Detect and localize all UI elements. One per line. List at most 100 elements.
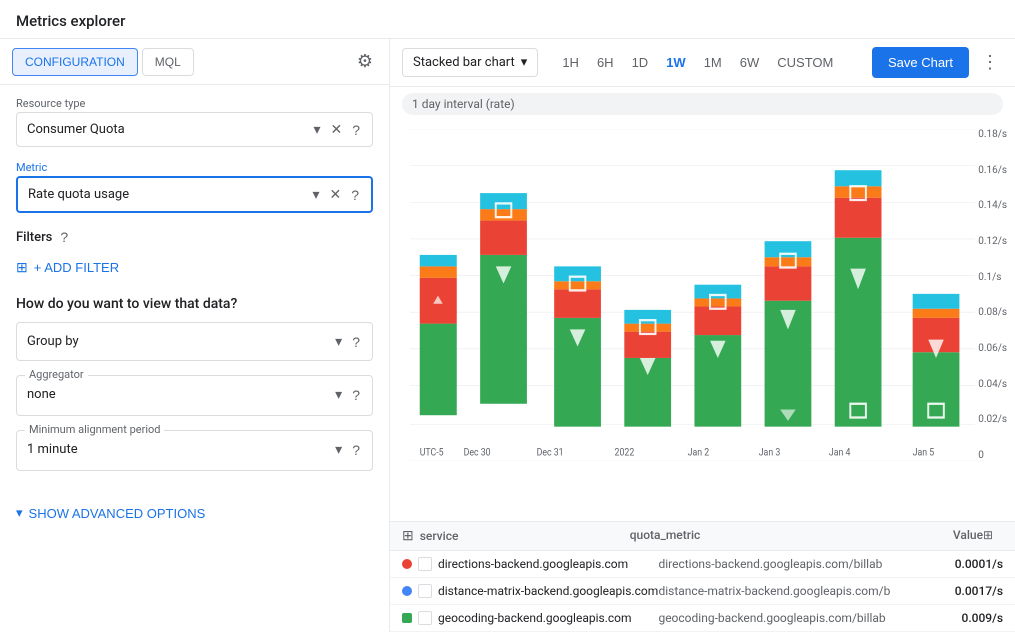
gear-button[interactable]: ⚙ (353, 47, 377, 76)
legend-header: ⊞ service quota_metric Value ⊞ (390, 522, 1015, 551)
y-label-1: 0.16/s (978, 165, 1007, 176)
y-label-0: 0.18/s (978, 129, 1007, 140)
chevron-down-icon: ▾ (16, 505, 23, 521)
legend-row-1: distance-matrix-backend.googleapis.com d… (390, 578, 1015, 605)
legend-row-2: geocoding-backend.googleapis.com geocodi… (390, 605, 1015, 632)
legend-service-2: geocoding-backend.googleapis.com (438, 611, 658, 625)
resource-type-clear[interactable]: ✕ (328, 119, 344, 140)
y-label-6: 0.06/s (978, 343, 1007, 354)
legend-dot-2 (402, 613, 412, 623)
legend-checkbox-1[interactable] (418, 584, 432, 598)
add-filter-icon: ⊞ (16, 259, 28, 276)
chart-type-chevron: ▾ (521, 55, 528, 70)
legend-row-0: directions-backend.googleapis.com direct… (390, 551, 1015, 578)
tab-configuration[interactable]: CONFIGURATION (12, 48, 138, 76)
y-axis-labels: 0.18/s 0.16/s 0.14/s 0.12/s 0.1/s 0.08/s… (978, 129, 1007, 461)
y-label-7: 0.04/s (978, 379, 1007, 390)
app-header: Metrics explorer (0, 0, 1015, 39)
metric-clear[interactable]: ✕ (327, 184, 343, 205)
legend-quota-2: geocoding-backend.googleapis.com/billab (658, 611, 923, 625)
svg-text:2022: 2022 (615, 447, 635, 459)
time-btn-6w[interactable]: 6W (732, 50, 768, 75)
group-by-dropdown[interactable]: ▾ (333, 331, 344, 352)
time-btn-1m[interactable]: 1M (696, 50, 730, 75)
add-filter-button[interactable]: ⊞ + ADD FILTER (16, 255, 119, 280)
legend-table: ⊞ service quota_metric Value ⊞ direction… (390, 521, 1015, 632)
svg-text:UTC-5: UTC-5 (420, 447, 444, 459)
metric-help[interactable]: ? (349, 185, 361, 205)
aggregator-dropdown[interactable]: ▾ (333, 384, 344, 405)
save-chart-button[interactable]: Save Chart (872, 47, 969, 78)
legend-service-0: directions-backend.googleapis.com (438, 557, 658, 571)
time-range-buttons: 1H 6H 1D 1W 1M 6W CUSTOM (554, 50, 841, 75)
min-alignment-dropdown[interactable]: ▾ (333, 439, 344, 460)
add-filter-label: + ADD FILTER (34, 260, 119, 275)
resource-type-dropdown[interactable]: ▾ (311, 119, 322, 140)
legend-quota-1: distance-matrix-backend.googleapis.com/b (658, 584, 923, 598)
legend-value-1: 0.0017/s (923, 584, 1003, 598)
resource-type-label: Resource type (16, 97, 373, 110)
group-by-value: Group by (27, 334, 327, 349)
legend-service-header: ⊞ service (402, 528, 630, 544)
metric-dropdown[interactable]: ▾ (310, 184, 321, 205)
time-btn-custom[interactable]: CUSTOM (769, 50, 841, 75)
tabs-row: CONFIGURATION MQL ⚙ (0, 39, 389, 85)
aggregator-row[interactable]: none ▾ ? (27, 382, 362, 407)
show-advanced-button[interactable]: ▾ SHOW ADVANCED OPTIONS (0, 497, 221, 529)
svg-text:Jan 5: Jan 5 (913, 447, 935, 459)
y-label-9: 0 (978, 450, 1007, 461)
app-title: Metrics explorer (16, 12, 125, 30)
min-alignment-row[interactable]: 1 minute ▾ ? (27, 437, 362, 462)
svg-text:Jan 2: Jan 2 (688, 447, 710, 459)
min-alignment-help[interactable]: ? (350, 440, 362, 460)
time-btn-1h[interactable]: 1H (554, 50, 587, 75)
y-label-8: 0.02/s (978, 414, 1007, 425)
svg-text:Dec 31: Dec 31 (537, 447, 564, 459)
left-panel: CONFIGURATION MQL ⚙ Resource type Consum… (0, 39, 390, 632)
tab-mql[interactable]: MQL (142, 48, 194, 76)
legend-quota-header: quota_metric (630, 528, 903, 544)
form-section: Resource type Consumer Quota ▾ ✕ ? Metri… (0, 85, 389, 497)
aggregator-field: Aggregator none ▾ ? (16, 375, 373, 416)
metric-value: Rate quota usage (28, 187, 304, 202)
metric-field: Metric Rate quota usage ▾ ✕ ? (16, 161, 373, 213)
legend-checkbox-2[interactable] (418, 611, 432, 625)
legend-checkbox-0[interactable] (418, 557, 432, 571)
filters-help[interactable]: ? (58, 227, 70, 247)
metric-input-row: Rate quota usage ▾ ✕ ? (16, 176, 373, 213)
chart-type-selector[interactable]: Stacked bar chart ▾ (402, 48, 538, 77)
time-btn-6h[interactable]: 6H (589, 50, 622, 75)
y-label-2: 0.14/s (978, 200, 1007, 211)
group-by-field: Group by ▾ ? (16, 322, 373, 361)
y-label-5: 0.08/s (978, 307, 1007, 318)
chart-toolbar: Stacked bar chart ▾ 1H 6H 1D 1W 1M 6W CU… (390, 39, 1015, 87)
y-label-3: 0.12/s (978, 236, 1007, 247)
time-btn-1w[interactable]: 1W (658, 50, 694, 75)
legend-col-icon: ⊞ (983, 528, 1003, 544)
metric-label: Metric (16, 161, 373, 174)
filters-label: Filters (16, 230, 52, 245)
filters-section: Filters ? ⊞ + ADD FILTER (16, 227, 373, 280)
min-alignment-value: 1 minute (27, 442, 327, 457)
legend-service-1: distance-matrix-backend.googleapis.com (438, 584, 658, 598)
legend-quota-0: directions-backend.googleapis.com/billab (658, 557, 923, 571)
resource-type-help[interactable]: ? (350, 120, 362, 140)
interval-badge: 1 day interval (rate) (402, 93, 1003, 115)
show-advanced-label: SHOW ADVANCED OPTIONS (29, 506, 206, 521)
resource-type-value: Consumer Quota (27, 122, 305, 137)
aggregator-value: none (27, 387, 327, 402)
min-alignment-field: Minimum alignment period 1 minute ▾ ? (16, 430, 373, 471)
chart-area: 0.18/s 0.16/s 0.14/s 0.12/s 0.1/s 0.08/s… (390, 121, 1015, 521)
legend-value-2: 0.009/s (923, 611, 1003, 625)
group-by-help[interactable]: ? (350, 332, 362, 352)
aggregator-help[interactable]: ? (350, 385, 362, 405)
legend-value-header: Value (903, 528, 983, 544)
right-panel: Stacked bar chart ▾ 1H 6H 1D 1W 1M 6W CU… (390, 39, 1015, 632)
time-btn-1d[interactable]: 1D (624, 50, 657, 75)
chart-svg: UTC-5 Dec 30 Dec 31 2022 Jan 2 Jan 3 Jan… (410, 129, 975, 461)
aggregator-label: Aggregator (25, 368, 88, 381)
more-options-button[interactable]: ⋮ (977, 48, 1003, 77)
legend-value-0: 0.0001/s (923, 557, 1003, 571)
group-by-row[interactable]: Group by ▾ ? (16, 322, 373, 361)
resource-type-input-row: Consumer Quota ▾ ✕ ? (16, 112, 373, 147)
